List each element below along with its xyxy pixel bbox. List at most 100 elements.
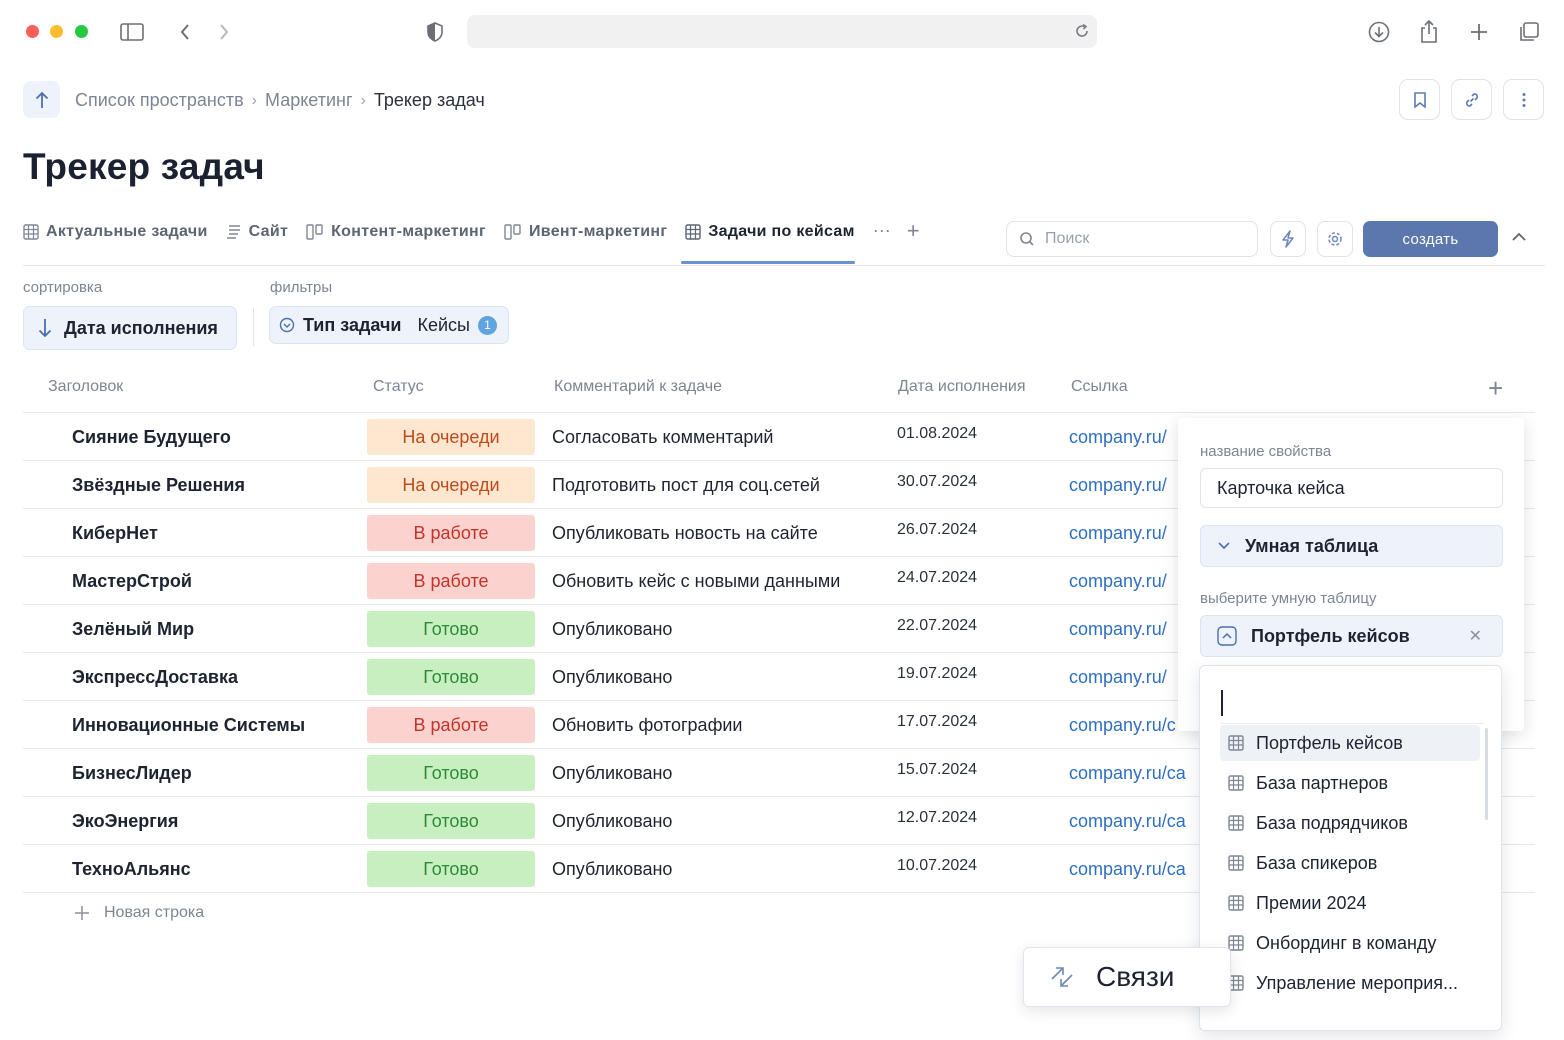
- filter-name: Тип задачи: [303, 314, 402, 335]
- copy-link-button[interactable]: [1451, 79, 1492, 120]
- sidebar-toggle-icon[interactable]: [117, 17, 147, 47]
- bookmark-button[interactable]: [1399, 79, 1440, 120]
- status-badge[interactable]: На очереди: [367, 419, 535, 455]
- tab-event-marketing[interactable]: Ивент-маркетинг: [504, 219, 667, 245]
- status-badge[interactable]: Готово: [367, 755, 535, 791]
- breadcrumb-item-spaces[interactable]: Список пространств: [75, 90, 244, 111]
- row-link[interactable]: company.ru/ca: [1069, 811, 1199, 832]
- more-options-button[interactable]: [1503, 79, 1544, 120]
- clear-icon[interactable]: ✕: [1469, 626, 1482, 646]
- row-date[interactable]: 19.07.2024: [897, 665, 977, 683]
- status-badge[interactable]: Готово: [367, 659, 535, 695]
- column-header-link[interactable]: Ссылка: [1071, 378, 1128, 396]
- download-icon[interactable]: [1364, 17, 1394, 47]
- row-title[interactable]: ТехноАльянс: [72, 859, 191, 880]
- row-comment[interactable]: Опубликовать новость на сайте: [552, 523, 818, 544]
- window-zoom-button[interactable]: [75, 25, 88, 38]
- search-input[interactable]: Поиск: [1006, 221, 1258, 257]
- row-title[interactable]: МастерСтрой: [72, 571, 192, 592]
- smart-table-dropdown: Портфель кейсов База партнеров База подр…: [1199, 665, 1502, 1031]
- address-bar[interactable]: [467, 15, 1097, 48]
- settings-button[interactable]: [1317, 221, 1353, 257]
- row-comment[interactable]: Опубликовано: [552, 859, 672, 880]
- row-title[interactable]: Звёздные Решения: [72, 475, 245, 496]
- status-badge[interactable]: Готово: [367, 611, 535, 647]
- dropdown-option[interactable]: Управление мероприя...: [1220, 965, 1480, 1001]
- row-date[interactable]: 24.07.2024: [897, 569, 977, 587]
- back-icon[interactable]: [170, 17, 200, 47]
- add-tab-icon[interactable]: +: [907, 219, 920, 243]
- new-row-button[interactable]: Новая строка: [74, 904, 204, 922]
- dropdown-scrollbar[interactable]: [1485, 728, 1488, 820]
- status-badge[interactable]: Готово: [367, 803, 535, 839]
- forward-icon[interactable]: [209, 17, 239, 47]
- reload-icon[interactable]: [1073, 22, 1091, 45]
- dropdown-option[interactable]: База партнеров: [1220, 765, 1480, 801]
- row-comment[interactable]: Опубликовано: [552, 667, 672, 688]
- more-tabs-icon[interactable]: ···: [873, 219, 891, 241]
- dropdown-option[interactable]: База спикеров: [1220, 845, 1480, 881]
- chevron-up-icon[interactable]: [1511, 229, 1527, 247]
- row-title[interactable]: ЭкоЭнергия: [72, 811, 178, 832]
- column-header-date[interactable]: Дата исполнения: [898, 378, 1026, 396]
- row-title[interactable]: ЭкспрессДоставка: [72, 667, 238, 688]
- dropdown-option[interactable]: База подрядчиков: [1220, 805, 1480, 841]
- row-date[interactable]: 15.07.2024: [897, 761, 977, 779]
- breadcrumb-item-marketing[interactable]: Маркетинг: [265, 90, 353, 111]
- status-badge[interactable]: Готово: [367, 851, 535, 887]
- tab-content-marketing[interactable]: Контент-маркетинг: [306, 219, 486, 245]
- property-type-select[interactable]: Умная таблица: [1200, 525, 1503, 567]
- row-date[interactable]: 22.07.2024: [897, 617, 977, 635]
- row-title[interactable]: Зелёный Мир: [72, 619, 194, 640]
- row-comment[interactable]: Согласовать комментарий: [552, 427, 773, 448]
- row-title[interactable]: Инновационные Системы: [72, 715, 305, 736]
- row-comment[interactable]: Обновить кейс с новыми данными: [552, 571, 840, 592]
- column-header-comment[interactable]: Комментарий к задаче: [554, 378, 722, 396]
- status-badge[interactable]: В работе: [367, 563, 535, 599]
- status-badge[interactable]: В работе: [367, 515, 535, 551]
- column-header-status[interactable]: Статус: [373, 378, 424, 396]
- window-close-button[interactable]: [26, 25, 39, 38]
- up-arrow-button[interactable]: [23, 81, 60, 118]
- create-button[interactable]: создать: [1363, 221, 1498, 257]
- dropdown-option[interactable]: Портфель кейсов: [1220, 725, 1480, 761]
- row-date[interactable]: 10.07.2024: [897, 857, 977, 875]
- dropdown-option[interactable]: Премии 2024: [1220, 885, 1480, 921]
- row-title[interactable]: КиберНет: [72, 523, 158, 544]
- automation-button[interactable]: [1270, 221, 1306, 257]
- row-link[interactable]: company.ru/ca: [1069, 859, 1199, 880]
- row-comment[interactable]: Опубликовано: [552, 811, 672, 832]
- row-link[interactable]: company.ru/ca: [1069, 763, 1199, 784]
- window-minimize-button[interactable]: [50, 25, 63, 38]
- row-date[interactable]: 30.07.2024: [897, 473, 977, 491]
- row-comment[interactable]: Обновить фотографии: [552, 715, 743, 736]
- smart-table-select[interactable]: Портфель кейсов ✕: [1200, 615, 1503, 657]
- property-name-input[interactable]: Карточка кейса: [1200, 468, 1503, 508]
- row-comment[interactable]: Подготовить пост для соц.сетей: [552, 475, 820, 496]
- new-tab-icon[interactable]: [1464, 17, 1494, 47]
- row-comment[interactable]: Опубликовано: [552, 763, 672, 784]
- row-date[interactable]: 17.07.2024: [897, 713, 977, 731]
- row-date[interactable]: 01.08.2024: [897, 425, 977, 443]
- status-badge[interactable]: На очереди: [367, 467, 535, 503]
- shield-icon[interactable]: [420, 17, 450, 47]
- add-column-icon[interactable]: +: [1488, 373, 1503, 404]
- sort-button[interactable]: Дата исполнения: [23, 306, 237, 350]
- row-title[interactable]: Сияние Будущего: [72, 427, 231, 448]
- links-button[interactable]: Связи: [1023, 947, 1231, 1007]
- status-badge[interactable]: В работе: [367, 707, 535, 743]
- tab-site[interactable]: Сайт: [226, 219, 289, 245]
- share-icon[interactable]: [1414, 17, 1444, 47]
- dropdown-option[interactable]: Онбординг в команду: [1220, 925, 1480, 961]
- row-title[interactable]: БизнесЛидер: [72, 763, 192, 784]
- column-header-title[interactable]: Заголовок: [48, 378, 123, 396]
- tab-actual-tasks[interactable]: Актуальные задачи: [23, 219, 208, 245]
- row-date[interactable]: 12.07.2024: [897, 809, 977, 827]
- dropdown-search-input[interactable]: [1220, 688, 1484, 724]
- row-date[interactable]: 26.07.2024: [897, 521, 977, 539]
- filter-chip[interactable]: Тип задачи Кейсы 1: [269, 306, 509, 344]
- tab-case-tasks[interactable]: Задачи по кейсам: [681, 219, 856, 264]
- row-comment[interactable]: Опубликовано: [552, 619, 672, 640]
- tabs-overview-icon[interactable]: [1514, 17, 1544, 47]
- chevron-up-box-icon: [1217, 626, 1237, 646]
